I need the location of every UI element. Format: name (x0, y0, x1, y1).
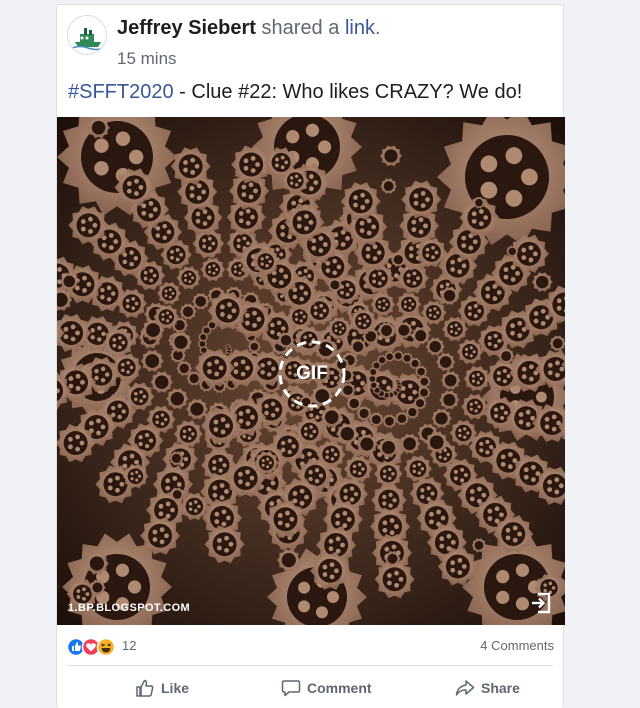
comment-button[interactable]: Comment (281, 671, 372, 705)
comments-count[interactable]: 4 Comments (480, 638, 554, 653)
post-actions: Like Comment Share (67, 671, 553, 705)
speech-bubble-icon (281, 680, 301, 697)
post-message: #SFFT2020 - Clue #22: Who likes CRAZY? W… (68, 81, 522, 104)
author-avatar[interactable] (67, 15, 107, 55)
post-card: Jeffrey Siebert shared a link. 15 mins #… (56, 4, 565, 708)
gif-media[interactable]: GIF 1.BP.BLOGSPOT.COM (57, 117, 565, 625)
haha-reaction-icon (96, 637, 116, 657)
share-button[interactable]: Share (455, 671, 520, 705)
like-button[interactable]: Like (135, 671, 189, 705)
comment-label: Comment (307, 680, 372, 696)
external-link-icon[interactable] (529, 591, 553, 615)
reactions-bar: 12 4 Comments (66, 635, 555, 657)
message-text: - Clue #22: Who likes CRAZY? We do! (173, 81, 523, 103)
post-header: Jeffrey Siebert shared a link. 15 mins (67, 15, 547, 68)
actions-divider (67, 665, 553, 666)
author-name[interactable]: Jeffrey Siebert (117, 17, 256, 39)
shared-text: shared a (261, 17, 340, 39)
link-word[interactable]: link (345, 17, 375, 39)
gif-label: GIF (296, 363, 328, 384)
gif-badge[interactable]: GIF (277, 339, 347, 409)
post-timestamp[interactable]: 15 mins (117, 49, 177, 69)
hashtag-link[interactable]: #SFFT2020 (68, 81, 174, 103)
thumbs-up-icon (136, 679, 154, 697)
like-label: Like (161, 680, 190, 696)
reaction-icons[interactable] (66, 637, 117, 657)
headline-period: . (374, 17, 381, 39)
share-label: Share (481, 680, 520, 696)
avatar-image (68, 16, 106, 54)
reaction-count[interactable]: 12 (122, 638, 136, 653)
link-domain[interactable]: 1.BP.BLOGSPOT.COM (68, 602, 190, 614)
post-headline: Jeffrey Siebert shared a link. (117, 17, 381, 40)
share-arrow-icon (455, 680, 475, 696)
